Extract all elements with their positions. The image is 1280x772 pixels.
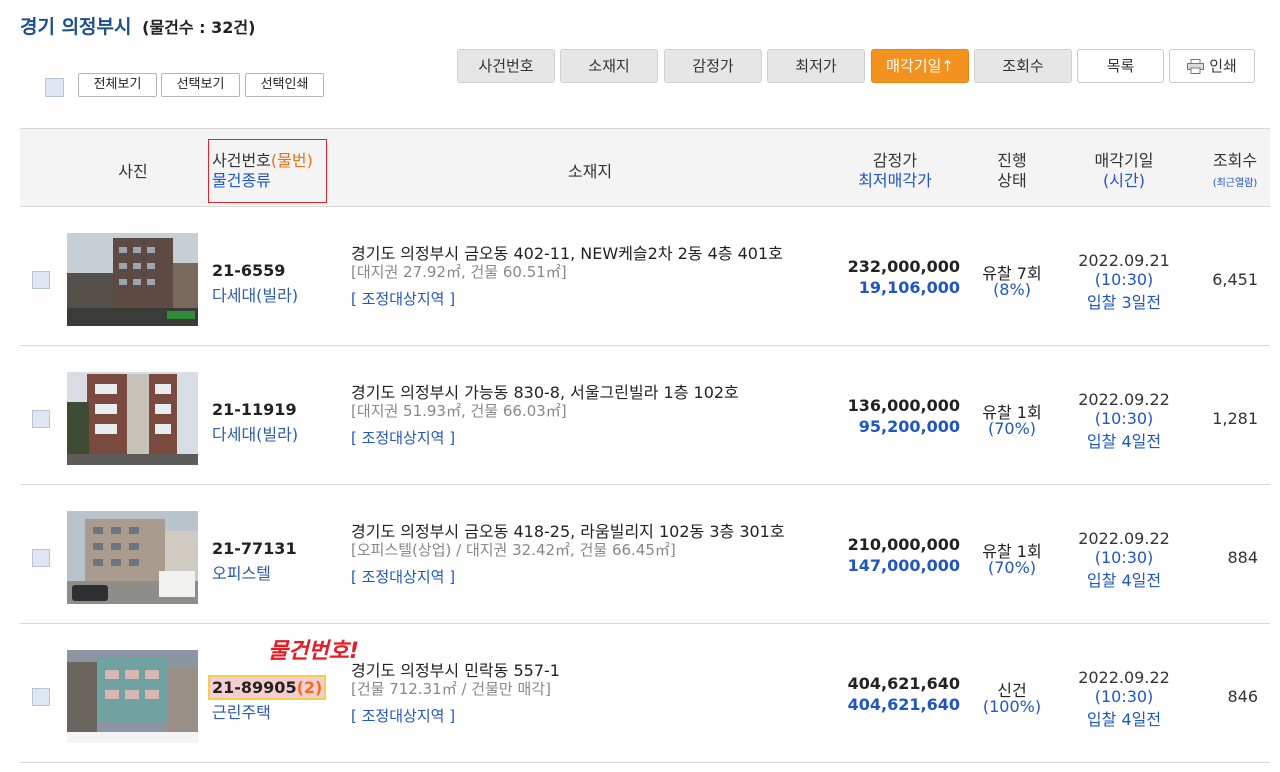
case-number-sub: (2) [296, 678, 323, 697]
zone-tag: [ 조정대상지역 ] [351, 707, 456, 725]
appraisal-price: 210,000,000 [847, 535, 960, 554]
property-photo[interactable] [67, 511, 198, 604]
view-selected-button[interactable]: 선택보기 [161, 73, 240, 97]
view-all-button[interactable]: 전체보기 [78, 73, 157, 97]
days-left: 입찰 4일전 [1086, 571, 1162, 590]
zone-tag: [ 조정대상지역 ] [351, 429, 456, 447]
header-time: (시간) [1103, 171, 1145, 190]
header-views-label: 조회수 [1212, 151, 1258, 170]
header-status-line2: 상태 [997, 171, 1027, 190]
header-views-sub: (최근열람) [1212, 178, 1258, 189]
status-percent: (8%) [993, 280, 1031, 299]
header-date-label: 매각기일 [1094, 151, 1154, 170]
min-price: 147,000,000 [847, 556, 960, 575]
table-row[interactable]: 21-77131 오피스텔 경기도 의정부시 금오동 418-25, 라움빌리지… [20, 485, 1270, 624]
case-number[interactable]: 21-89905(2) [208, 675, 327, 700]
sale-time: (10:30) [1094, 409, 1154, 428]
header-price: 감정가 최저매각가 [835, 151, 955, 191]
table-row[interactable]: 21-6559 다세대(빌라) 경기도 의정부시 금오동 402-11, NEW… [20, 207, 1270, 346]
property-photo[interactable] [67, 650, 198, 743]
view-count: 884 [1227, 548, 1258, 567]
property-type: 다세대(빌라) [212, 425, 299, 444]
case-number-main: 21-89905 [212, 678, 297, 697]
appraisal-price: 136,000,000 [847, 396, 960, 415]
header-min-price: 최저매각가 [858, 171, 932, 190]
print-button[interactable]: 인쇄 [1169, 49, 1255, 83]
view-count: 1,281 [1212, 409, 1258, 428]
building-photo-icon [67, 372, 198, 465]
select-all-checkbox[interactable] [45, 78, 64, 97]
min-price: 19,106,000 [858, 278, 960, 297]
zone-tag: [ 조정대상지역 ] [351, 290, 456, 308]
property-type: 다세대(빌라) [212, 286, 299, 305]
table-row[interactable]: 21-11919 다세대(빌라) 경기도 의정부시 가능동 830-8, 서울그… [20, 346, 1270, 485]
property-type: 근린주택 [212, 703, 271, 722]
header-location: 소재지 [567, 162, 613, 181]
sale-time: (10:30) [1094, 687, 1154, 706]
header-date: 매각기일 (시간) [1064, 151, 1184, 191]
page-title: 경기 의정부시 (물건수 : 32건) [20, 12, 255, 39]
list-button[interactable]: 목록 [1077, 49, 1164, 83]
print-selected-button[interactable]: 선택인쇄 [245, 73, 324, 97]
sale-time: (10:30) [1094, 548, 1154, 567]
property-detail: [대지권 51.93㎡, 건물 66.03㎡] [351, 402, 567, 420]
status-percent: (70%) [987, 419, 1037, 438]
sort-location-button[interactable]: 소재지 [560, 49, 658, 83]
table-header: 사진 사건번호(물번) 물건종류 소재지 감정가 최저매각가 진행 상태 매각기… [20, 128, 1270, 207]
row-checkbox[interactable] [32, 410, 50, 428]
print-button-label: 인쇄 [1209, 57, 1237, 75]
header-appraisal: 감정가 [872, 151, 918, 170]
sale-date: 2022.09.21 [1078, 251, 1170, 270]
min-price: 95,200,000 [858, 417, 960, 436]
sale-time: (10:30) [1094, 270, 1154, 289]
zone-tag: [ 조정대상지역 ] [351, 568, 456, 586]
sort-appraisal-button[interactable]: 감정가 [664, 49, 762, 83]
header-status-line1: 진행 [997, 151, 1027, 170]
property-photo[interactable] [67, 233, 198, 326]
region-title: 경기 의정부시 [20, 16, 132, 38]
building-photo-icon [67, 650, 198, 743]
row-checkbox[interactable] [32, 688, 50, 706]
highlight-box [208, 139, 327, 203]
case-number[interactable]: 21-11919 [212, 400, 297, 419]
header-photo: 사진 [118, 162, 148, 181]
days-left: 입찰 4일전 [1086, 710, 1162, 729]
status-percent: (70%) [987, 558, 1037, 577]
sale-date: 2022.09.22 [1078, 529, 1170, 548]
sort-min-price-button[interactable]: 최저가 [767, 49, 865, 83]
days-left: 입찰 3일전 [1086, 293, 1162, 312]
row-checkbox[interactable] [32, 549, 50, 567]
sort-views-button[interactable]: 조회수 [974, 49, 1072, 83]
row-checkbox[interactable] [32, 271, 50, 289]
sale-date: 2022.09.22 [1078, 390, 1170, 409]
annotation-label: 물건번호! [268, 639, 359, 664]
printer-icon [1187, 59, 1205, 74]
property-detail: [대지권 27.92㎡, 건물 60.51㎡] [351, 263, 567, 281]
view-count: 846 [1227, 687, 1258, 706]
highlighted-case-number[interactable]: 21-89905(2) [208, 675, 327, 700]
view-count: 6,451 [1212, 270, 1258, 289]
sort-sale-date-button[interactable]: 매각기일↑ [871, 49, 969, 83]
days-left: 입찰 4일전 [1086, 432, 1162, 451]
case-number[interactable]: 21-6559 [212, 261, 285, 280]
sort-case-button[interactable]: 사건번호 [457, 49, 555, 83]
min-price: 404,621,640 [847, 695, 960, 714]
header-views: 조회수 (최근열람) [1200, 151, 1270, 194]
appraisal-price: 404,621,640 [847, 674, 960, 693]
item-count: (물건수 : 32건) [142, 18, 256, 37]
sale-date: 2022.09.22 [1078, 668, 1170, 687]
property-detail: [오피스텔(상업) / 대지권 32.42㎡, 건물 66.45㎡] [351, 541, 676, 559]
header-status: 진행 상태 [970, 151, 1054, 191]
appraisal-price: 232,000,000 [847, 257, 960, 276]
property-photo[interactable] [67, 372, 198, 465]
status-percent: (100%) [982, 697, 1042, 716]
building-photo-icon [67, 233, 198, 326]
table-row[interactable]: 21-89905(2) 근린주택 경기도 의정부시 민락동 557-1 [건물 … [20, 624, 1270, 763]
case-number[interactable]: 21-77131 [212, 539, 297, 558]
property-type: 오피스텔 [212, 564, 271, 583]
building-photo-icon [67, 511, 198, 604]
property-detail: [건물 712.31㎡ / 건물만 매각] [351, 680, 551, 698]
